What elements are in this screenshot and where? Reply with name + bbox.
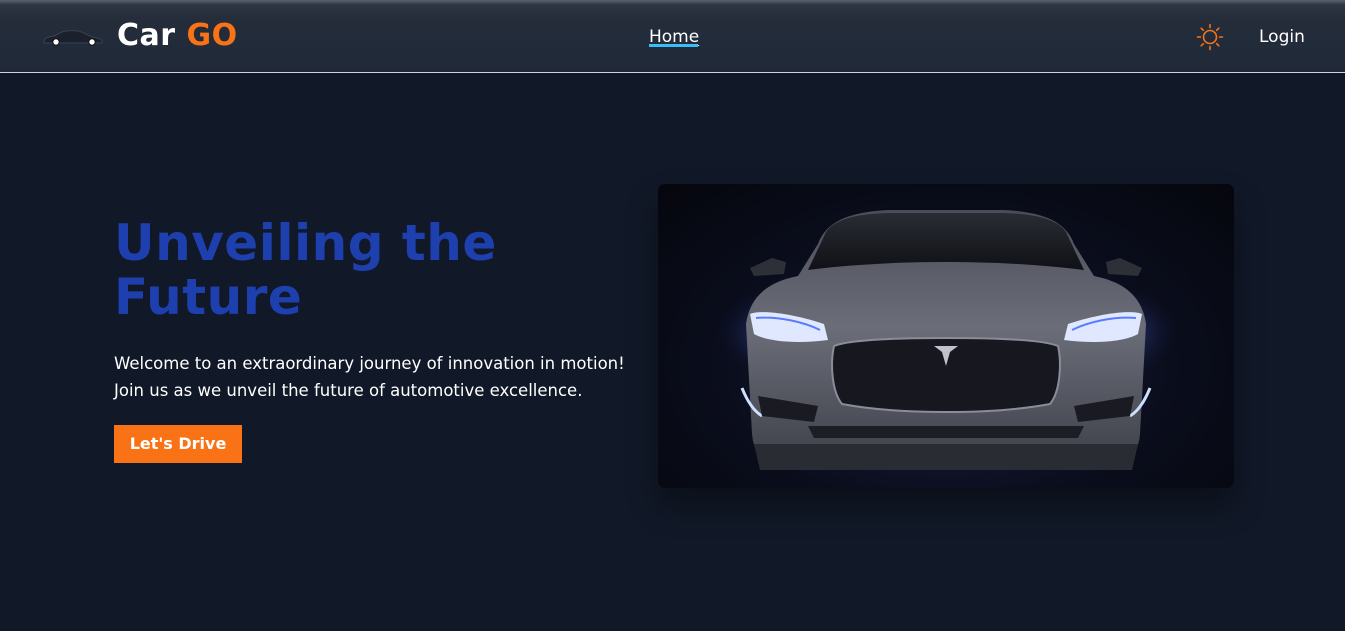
hero-title: Unveiling the Future [114,214,497,326]
sun-icon[interactable] [1196,23,1224,51]
car-logo-icon[interactable] [42,28,104,46]
hero-description-line-2: Join us as we unveil the future of autom… [114,381,583,400]
brand-name-go: GO [186,18,238,53]
brand-name-car: Car [117,18,176,53]
hero-description: Welcome to an extraordinary journey of i… [114,350,634,404]
hero-description-line-1: Welcome to an extraordinary journey of i… [114,354,625,373]
hero-car-image [658,184,1234,488]
car-front-illustration [718,210,1178,470]
login-link[interactable]: Login [1259,26,1305,48]
active-nav-indicator [649,44,698,47]
navbar: Car GO Home Login [0,0,1345,73]
brand-logo[interactable]: Car GO [117,16,238,56]
lets-drive-button[interactable]: Let's Drive [114,425,242,463]
